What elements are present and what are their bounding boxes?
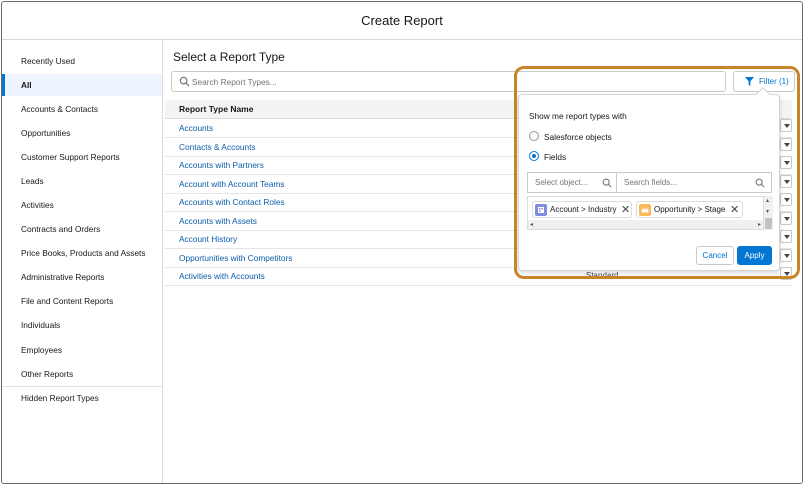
- sidebar-item-recently-used[interactable]: Recently Used: [2, 50, 162, 72]
- sidebar-item-price-books[interactable]: Price Books, Products and Assets: [2, 242, 162, 264]
- sidebar-item-administrative-reports[interactable]: Administrative Reports: [2, 266, 162, 288]
- sidebar-item-leads[interactable]: Leads: [2, 170, 162, 192]
- sidebar-item-all[interactable]: All: [2, 74, 162, 96]
- report-type-link[interactable]: Accounts with Contact Roles: [179, 197, 285, 207]
- report-type-link[interactable]: Account History: [179, 234, 237, 244]
- report-type-link[interactable]: Accounts with Assets: [179, 216, 257, 226]
- report-type-link[interactable]: Contacts & Accounts: [179, 142, 256, 152]
- report-type-link[interactable]: Opportunities with Competitors: [179, 253, 292, 263]
- sidebar-item-employees[interactable]: Employees: [2, 339, 162, 361]
- sidebar-item-activities[interactable]: Activities: [2, 194, 162, 216]
- sidebar-item-accounts-contacts[interactable]: Accounts & Contacts: [2, 98, 162, 120]
- report-type-link[interactable]: Accounts: [179, 123, 213, 133]
- sidebar-item-opportunities[interactable]: Opportunities: [2, 122, 162, 144]
- report-category-sidebar: Recently Used All Accounts & Contacts Op…: [2, 41, 163, 483]
- sidebar-item-customer-support-reports[interactable]: Customer Support Reports: [2, 146, 162, 168]
- report-type-link[interactable]: Account with Account Teams: [179, 179, 284, 189]
- sidebar-item-hidden-report-types[interactable]: Hidden Report Types: [2, 387, 162, 409]
- search-icon: [179, 76, 190, 87]
- report-type-link[interactable]: Accounts with Partners: [179, 160, 264, 170]
- create-report-modal: Create Report Recently Used All Accounts…: [1, 1, 803, 484]
- sidebar-item-individuals[interactable]: Individuals: [2, 314, 162, 336]
- sidebar-item-contracts-orders[interactable]: Contracts and Orders: [2, 218, 162, 240]
- column-header-report-type-name: Report Type Name: [179, 104, 254, 114]
- highlight-outline: [514, 66, 800, 279]
- sidebar-item-other-reports[interactable]: Other Reports: [2, 363, 162, 385]
- modal-header: Create Report: [2, 2, 802, 40]
- modal-title: Create Report: [361, 13, 443, 28]
- report-type-link[interactable]: Activities with Accounts: [179, 271, 265, 281]
- sidebar-item-file-content-reports[interactable]: File and Content Reports: [2, 290, 162, 312]
- page-title: Select a Report Type: [173, 50, 285, 64]
